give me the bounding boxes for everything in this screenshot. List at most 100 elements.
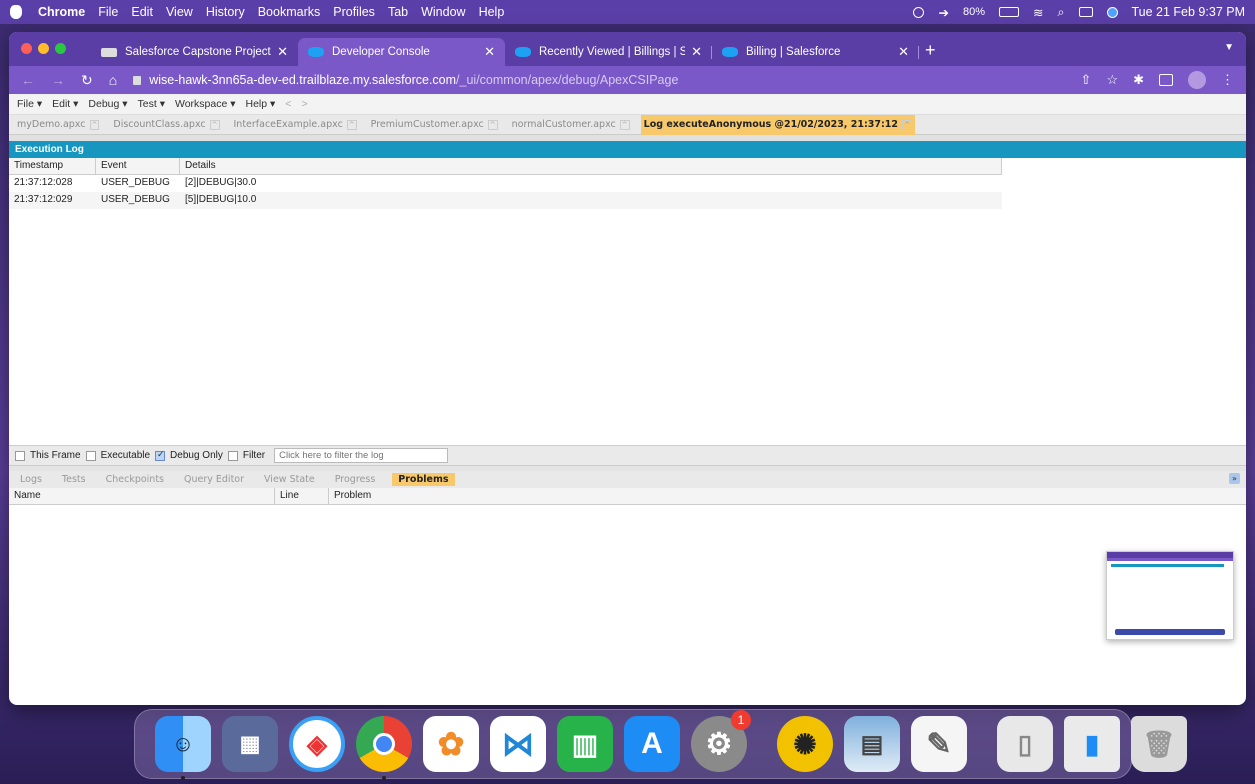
- tab-problems[interactable]: Problems: [392, 473, 455, 486]
- tab-view-state[interactable]: View State: [261, 473, 318, 486]
- menubar-bookmarks[interactable]: Bookmarks: [258, 5, 321, 19]
- close-tab-icon[interactable]: ✕: [691, 44, 702, 60]
- preview-icon[interactable]: ▤: [844, 716, 900, 772]
- file-tab-discountclass[interactable]: DiscountClass.apxc ^: [110, 115, 222, 135]
- console-nav-forward[interactable]: >: [301, 98, 307, 110]
- collapse-panel-icon[interactable]: »: [1229, 473, 1240, 484]
- documents-icon[interactable]: ▯: [997, 716, 1053, 772]
- console-nav-back[interactable]: <: [285, 98, 291, 110]
- console-menu-help[interactable]: Help ▾: [246, 98, 276, 110]
- screenshot-thumbnail[interactable]: [1106, 551, 1234, 640]
- tab-logs[interactable]: Logs: [17, 473, 45, 486]
- tab-progress[interactable]: Progress: [332, 473, 379, 486]
- menubar-clock[interactable]: Tue 21 Feb 9:37 PM: [1132, 5, 1246, 19]
- zoom-window-button[interactable]: [55, 43, 66, 54]
- textedit-icon[interactable]: ✎: [911, 716, 967, 772]
- close-tab-icon[interactable]: ✕: [484, 44, 495, 60]
- console-menu-debug[interactable]: Debug ▾: [88, 98, 127, 110]
- table-row[interactable]: 21:37:12:028 USER_DEBUG [2]|DEBUG|30.0: [9, 175, 1002, 192]
- column-header-details[interactable]: Details: [180, 158, 1002, 174]
- close-tab-icon[interactable]: ^: [346, 119, 357, 130]
- menubar-help[interactable]: Help: [479, 5, 505, 19]
- close-tab-icon[interactable]: ^: [619, 119, 630, 130]
- menubar-app-name[interactable]: Chrome: [38, 5, 85, 19]
- close-tab-icon[interactable]: ✕: [898, 44, 909, 60]
- side-panel-icon[interactable]: [1159, 74, 1173, 86]
- share-icon[interactable]: ⇧: [1081, 72, 1092, 88]
- control-center-icon[interactable]: [1078, 7, 1093, 17]
- file-tab-mydemo[interactable]: myDemo.apxc ^: [14, 115, 102, 135]
- apple-icon[interactable]: [10, 5, 22, 19]
- address-bar[interactable]: wise-hawk-3nn65a-dev-ed.trailblaze.my.sa…: [133, 73, 1080, 87]
- close-tab-icon[interactable]: ^: [901, 119, 912, 130]
- launchpad-icon[interactable]: ▦: [222, 716, 278, 772]
- trash-icon[interactable]: 🗑: [1131, 716, 1187, 772]
- siri-icon[interactable]: [1106, 6, 1118, 18]
- column-header-timestamp[interactable]: Timestamp: [9, 158, 96, 174]
- minimize-window-button[interactable]: [38, 43, 49, 54]
- browser-tab-billing[interactable]: Billing | Salesforce ✕: [712, 38, 919, 66]
- back-icon[interactable]: ←: [21, 72, 35, 88]
- column-header-line[interactable]: Line: [275, 488, 329, 504]
- menubar-view[interactable]: View: [166, 5, 193, 19]
- browser-tab-developer-console[interactable]: Developer Console ✕: [298, 38, 505, 66]
- chrome-icon[interactable]: [356, 716, 412, 780]
- tab-checkpoints[interactable]: Checkpoints: [103, 473, 167, 486]
- table-row[interactable]: 21:37:12:029 USER_DEBUG [5]|DEBUG|10.0: [9, 192, 1002, 209]
- filter-checkbox[interactable]: [227, 450, 238, 461]
- column-header-problem[interactable]: Problem: [329, 488, 1246, 504]
- arrow-icon[interactable]: ➔: [938, 5, 948, 20]
- this-frame-checkbox[interactable]: [15, 450, 25, 461]
- file-tab-execute-anonymous-log[interactable]: Log executeAnonymous @21/02/2023, 21:37:…: [640, 114, 915, 135]
- tab-tests[interactable]: Tests: [59, 473, 89, 486]
- photos-icon[interactable]: ✿: [423, 716, 479, 772]
- close-tab-icon[interactable]: ^: [487, 119, 498, 130]
- close-window-button[interactable]: [21, 43, 32, 54]
- close-tab-icon[interactable]: ^: [209, 119, 220, 130]
- new-tab-button[interactable]: +: [925, 40, 936, 61]
- console-menu-file[interactable]: File ▾: [17, 98, 42, 110]
- app-store-icon[interactable]: A: [624, 716, 680, 772]
- log-filter-input[interactable]: [274, 448, 449, 463]
- extensions-icon[interactable]: ✱: [1133, 72, 1144, 88]
- debug-only-checkbox[interactable]: [155, 449, 166, 461]
- system-settings-icon[interactable]: ⚙ 1: [691, 710, 751, 772]
- safari-icon[interactable]: ◈: [289, 716, 345, 772]
- home-icon[interactable]: ⌂: [109, 72, 117, 88]
- more-menu-icon[interactable]: ⋮: [1221, 72, 1234, 88]
- menubar-history[interactable]: History: [206, 5, 245, 19]
- lock-icon[interactable]: [133, 75, 142, 85]
- reload-icon[interactable]: ↻: [81, 72, 93, 89]
- executable-checkbox[interactable]: [85, 450, 96, 461]
- tab-query-editor[interactable]: Query Editor: [181, 473, 247, 486]
- menubar-edit[interactable]: Edit: [131, 5, 153, 19]
- status-icon[interactable]: [913, 6, 925, 18]
- menubar-tab[interactable]: Tab: [388, 5, 408, 19]
- browser-tab-billings[interactable]: Recently Viewed | Billings | Sal ✕: [505, 38, 712, 66]
- close-tab-icon[interactable]: ✕: [277, 44, 288, 60]
- profile-avatar[interactable]: [1188, 71, 1206, 89]
- column-header-event[interactable]: Event: [96, 158, 180, 174]
- file-tab-normalcustomer[interactable]: normalCustomer.apxc ^: [509, 115, 633, 135]
- column-header-name[interactable]: Name: [9, 488, 275, 504]
- battery-icon[interactable]: [999, 7, 1019, 17]
- menubar-window[interactable]: Window: [421, 5, 465, 19]
- console-menu-workspace[interactable]: Workspace ▾: [175, 98, 236, 110]
- forward-icon[interactable]: →: [51, 72, 65, 88]
- console-menu-test[interactable]: Test ▾: [138, 98, 165, 110]
- wifi-icon[interactable]: ≋: [1033, 5, 1043, 20]
- menubar-file[interactable]: File: [98, 5, 118, 19]
- console-menu-edit[interactable]: Edit ▾: [52, 98, 78, 110]
- bookmark-star-icon[interactable]: ☆: [1106, 72, 1118, 88]
- vscode-icon[interactable]: ⋈: [490, 716, 546, 772]
- file-tab-premiumcustomer[interactable]: PremiumCustomer.apxc ^: [368, 115, 501, 135]
- browser-tab-capstone[interactable]: Salesforce Capstone Project - ✕: [91, 38, 298, 66]
- finder-icon[interactable]: ☺: [155, 716, 211, 780]
- file-tab-interfaceexample[interactable]: InterfaceExample.apxc ^: [231, 115, 360, 135]
- tab-search-chevron-icon[interactable]: ▼: [1224, 42, 1234, 53]
- numbers-icon[interactable]: ▥: [557, 716, 613, 772]
- menubar-profiles[interactable]: Profiles: [333, 5, 375, 19]
- search-icon[interactable]: ⌕: [1057, 5, 1064, 20]
- battery-percent[interactable]: 80%: [963, 6, 985, 18]
- downloads-stack-icon[interactable]: ▮: [1064, 716, 1120, 772]
